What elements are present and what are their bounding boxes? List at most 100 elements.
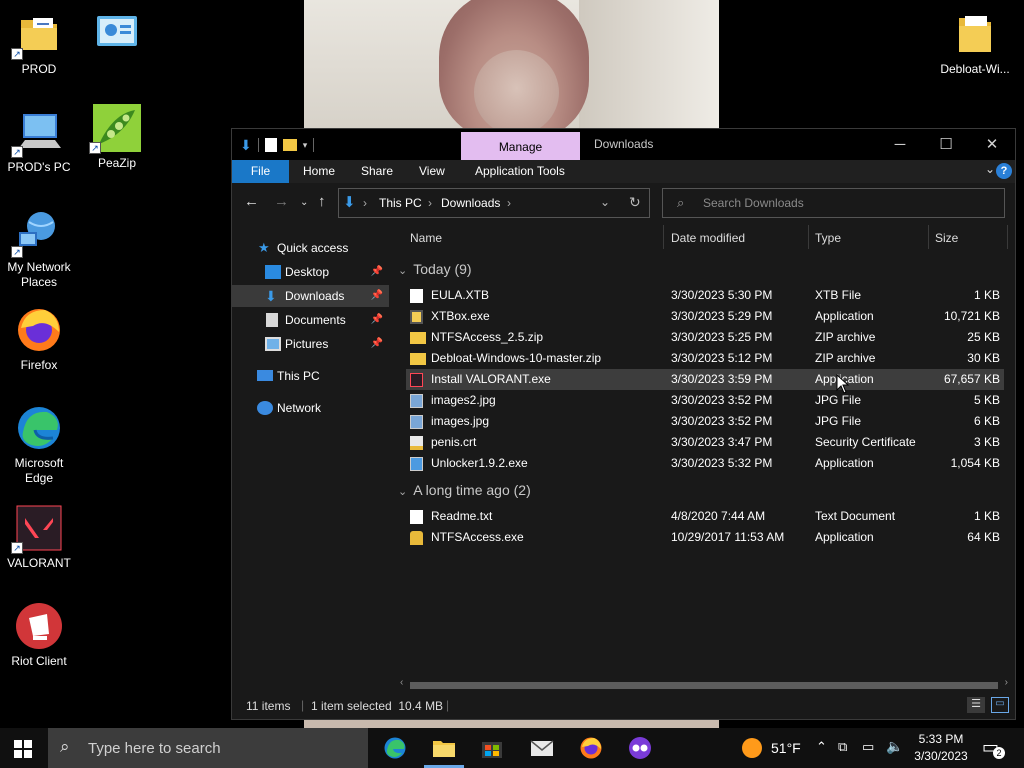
- nav-item-downloads[interactable]: ⬇ Downloads 📌: [232, 285, 389, 307]
- desktop-icon-label: My Network Places: [7, 260, 71, 289]
- volume-muted-icon[interactable]: 🔈: [886, 738, 903, 755]
- desktop-icon-network-places[interactable]: ↗ My Network Places: [0, 208, 78, 290]
- certificate-icon: [410, 436, 423, 450]
- breadcrumb-downloads[interactable]: Downloads: [441, 196, 500, 210]
- tab-application-tools[interactable]: Application Tools: [475, 160, 565, 183]
- pin-icon[interactable]: 📌: [371, 333, 383, 355]
- back-arrow-icon[interactable]: ←: [244, 193, 259, 210]
- desktop-icon-prod[interactable]: ↗ PROD: [0, 10, 78, 77]
- start-button[interactable]: [14, 740, 32, 763]
- forward-arrow-icon[interactable]: →: [274, 193, 289, 210]
- minimize-button[interactable]: ─: [877, 133, 923, 157]
- address-bar[interactable]: ⬇ › This PC › Downloads › ⌄ ↻: [338, 188, 650, 218]
- recent-locations-chevron-icon[interactable]: ⌄: [300, 197, 308, 208]
- computer-icon: ↗: [11, 108, 63, 158]
- column-header-type[interactable]: Type: [815, 231, 841, 245]
- help-icon[interactable]: ?: [996, 163, 1012, 179]
- taskbar-mail-icon[interactable]: [530, 736, 554, 760]
- firefox-icon: [15, 306, 63, 354]
- file-row[interactable]: Debloat-Windows-10-master.zip 3/30/2023 …: [406, 348, 1004, 369]
- pin-icon[interactable]: 📌: [371, 285, 383, 307]
- file-row-selected[interactable]: Install VALORANT.exe 3/30/2023 3:59 PM A…: [406, 369, 1004, 390]
- webcam-overlay: [304, 0, 719, 128]
- pin-icon[interactable]: 📌: [371, 261, 383, 283]
- scroll-left-icon[interactable]: ‹: [400, 677, 403, 688]
- file-row[interactable]: images.jpg 3/30/2023 3:52 PM JPG File 6 …: [406, 411, 1004, 432]
- file-row[interactable]: EULA.XTB 3/30/2023 5:30 PM XTB File 1 KB: [406, 285, 1004, 306]
- address-dropdown-chevron-icon[interactable]: ⌄: [600, 195, 610, 209]
- desktop-icon-riot-client[interactable]: Riot Client: [0, 602, 78, 669]
- desktop-icon-control-panel[interactable]: [78, 10, 156, 62]
- tab-share[interactable]: Share: [361, 160, 393, 183]
- taskbar-edge-icon[interactable]: [383, 736, 407, 760]
- desktop-icon-label: Microsoft Edge: [14, 456, 64, 485]
- nav-item-desktop[interactable]: Desktop 📌: [232, 261, 389, 283]
- tab-view[interactable]: View: [419, 160, 445, 183]
- pin-icon[interactable]: 📌: [371, 309, 383, 331]
- taskbar-file-explorer-icon[interactable]: [432, 736, 456, 760]
- details-view-icon[interactable]: ☰: [967, 697, 985, 713]
- properties-icon[interactable]: [264, 138, 277, 152]
- desktop-icon-valorant[interactable]: ↗ VALORANT: [0, 504, 78, 571]
- search-box[interactable]: ⌕ Search Downloads: [662, 188, 1005, 218]
- network-status-icon[interactable]: ▭: [862, 739, 874, 755]
- scroll-right-icon[interactable]: ›: [1005, 677, 1008, 688]
- file-row[interactable]: XTBox.exe 3/30/2023 5:29 PM Application …: [406, 306, 1004, 327]
- taskbar: ⌕ Type here to search 51°F ⌃ ⧉ ▭ 🔈 5:33 …: [0, 728, 1024, 768]
- chevron-up-icon[interactable]: ⌃: [816, 739, 827, 755]
- text-file-icon: [410, 510, 423, 524]
- group-header-long-time-ago[interactable]: ⌄ A long time ago (2): [398, 482, 531, 498]
- taskbar-obs-icon[interactable]: [628, 736, 652, 760]
- desktop-icon-debloat[interactable]: Debloat-Wi...: [935, 10, 1015, 77]
- nav-item-network[interactable]: Network: [232, 397, 389, 419]
- nav-item-documents[interactable]: Documents 📌: [232, 309, 389, 331]
- nav-item-pictures[interactable]: Pictures 📌: [232, 333, 389, 355]
- desktop-icon-label: VALORANT: [7, 556, 71, 570]
- ribbon-expand-chevron-icon[interactable]: ⌄: [985, 162, 995, 176]
- column-header-date-modified[interactable]: Date modified: [671, 231, 745, 245]
- file-row[interactable]: Readme.txt 4/8/2020 7:44 AM Text Documen…: [406, 506, 1004, 527]
- desktop-icon-peazip[interactable]: ↗ PeaZip: [78, 104, 156, 171]
- downloads-icon: ⬇: [265, 288, 277, 304]
- taskbar-store-icon[interactable]: [480, 736, 504, 760]
- valorant-icon: [410, 373, 423, 387]
- desktop-icon-firefox[interactable]: Firefox: [0, 306, 78, 373]
- meet-now-icon[interactable]: ⧉: [838, 739, 847, 755]
- taskbar-search-box[interactable]: ⌕ Type here to search: [48, 728, 368, 768]
- desktop-icon-this-pc[interactable]: ↗ PROD's PC: [0, 108, 78, 175]
- nav-item-this-pc[interactable]: This PC: [232, 365, 389, 387]
- up-arrow-icon[interactable]: ↑: [318, 193, 326, 210]
- chevron-down-icon[interactable]: ▾: [303, 140, 308, 151]
- column-header-size[interactable]: Size: [935, 231, 958, 245]
- tab-file[interactable]: File: [232, 160, 289, 183]
- nav-item-quick-access[interactable]: ★ Quick access: [232, 237, 389, 259]
- maximize-button[interactable]: ☐: [923, 133, 969, 157]
- file-row[interactable]: images2.jpg 3/30/2023 3:52 PM JPG File 5…: [406, 390, 1004, 411]
- breadcrumb-this-pc[interactable]: This PC: [379, 196, 422, 210]
- large-icons-view-icon[interactable]: ▭: [991, 697, 1009, 713]
- tab-home[interactable]: Home: [303, 160, 335, 183]
- navigation-bar: ← → ⌄ ↑ ⬇ › This PC › Downloads › ⌄ ↻ ⌕ …: [232, 183, 1015, 223]
- refresh-icon[interactable]: ↻: [629, 194, 641, 211]
- tab-manage[interactable]: Manage: [461, 132, 580, 160]
- column-header-name[interactable]: Name: [410, 231, 442, 245]
- close-button[interactable]: ✕: [969, 133, 1015, 157]
- file-row[interactable]: NTFSAccess.exe 10/29/2017 11:53 AM Appli…: [406, 527, 1004, 548]
- search-icon: ⌕: [677, 195, 685, 210]
- document-icon: [410, 289, 423, 303]
- file-row[interactable]: NTFSAccess_2.5.zip 3/30/2023 5:25 PM ZIP…: [406, 327, 1004, 348]
- edge-icon: [15, 404, 63, 452]
- chevron-down-icon: ⌄: [398, 265, 408, 277]
- scrollbar-thumb[interactable]: [410, 682, 998, 689]
- horizontal-scrollbar[interactable]: ‹ ›: [400, 677, 1008, 691]
- desktop-folder-icon: [265, 265, 281, 279]
- status-bar: 11 items | 1 item selected 10.4 MB | ☰ ▭: [232, 691, 1015, 719]
- down-arrow-icon[interactable]: ⬇: [240, 137, 252, 154]
- group-header-today[interactable]: ⌄ Today (9): [398, 261, 472, 277]
- new-folder-icon[interactable]: [282, 139, 297, 151]
- file-row[interactable]: Unlocker1.9.2.exe 3/30/2023 5:32 PM Appl…: [406, 453, 1004, 474]
- file-row[interactable]: penis.crt 3/30/2023 3:47 PM Security Cer…: [406, 432, 1004, 453]
- desktop-icon-edge[interactable]: Microsoft Edge: [0, 404, 78, 486]
- clock[interactable]: 5:33 PM 3/30/2023: [908, 728, 974, 768]
- taskbar-firefox-icon[interactable]: [579, 736, 603, 760]
